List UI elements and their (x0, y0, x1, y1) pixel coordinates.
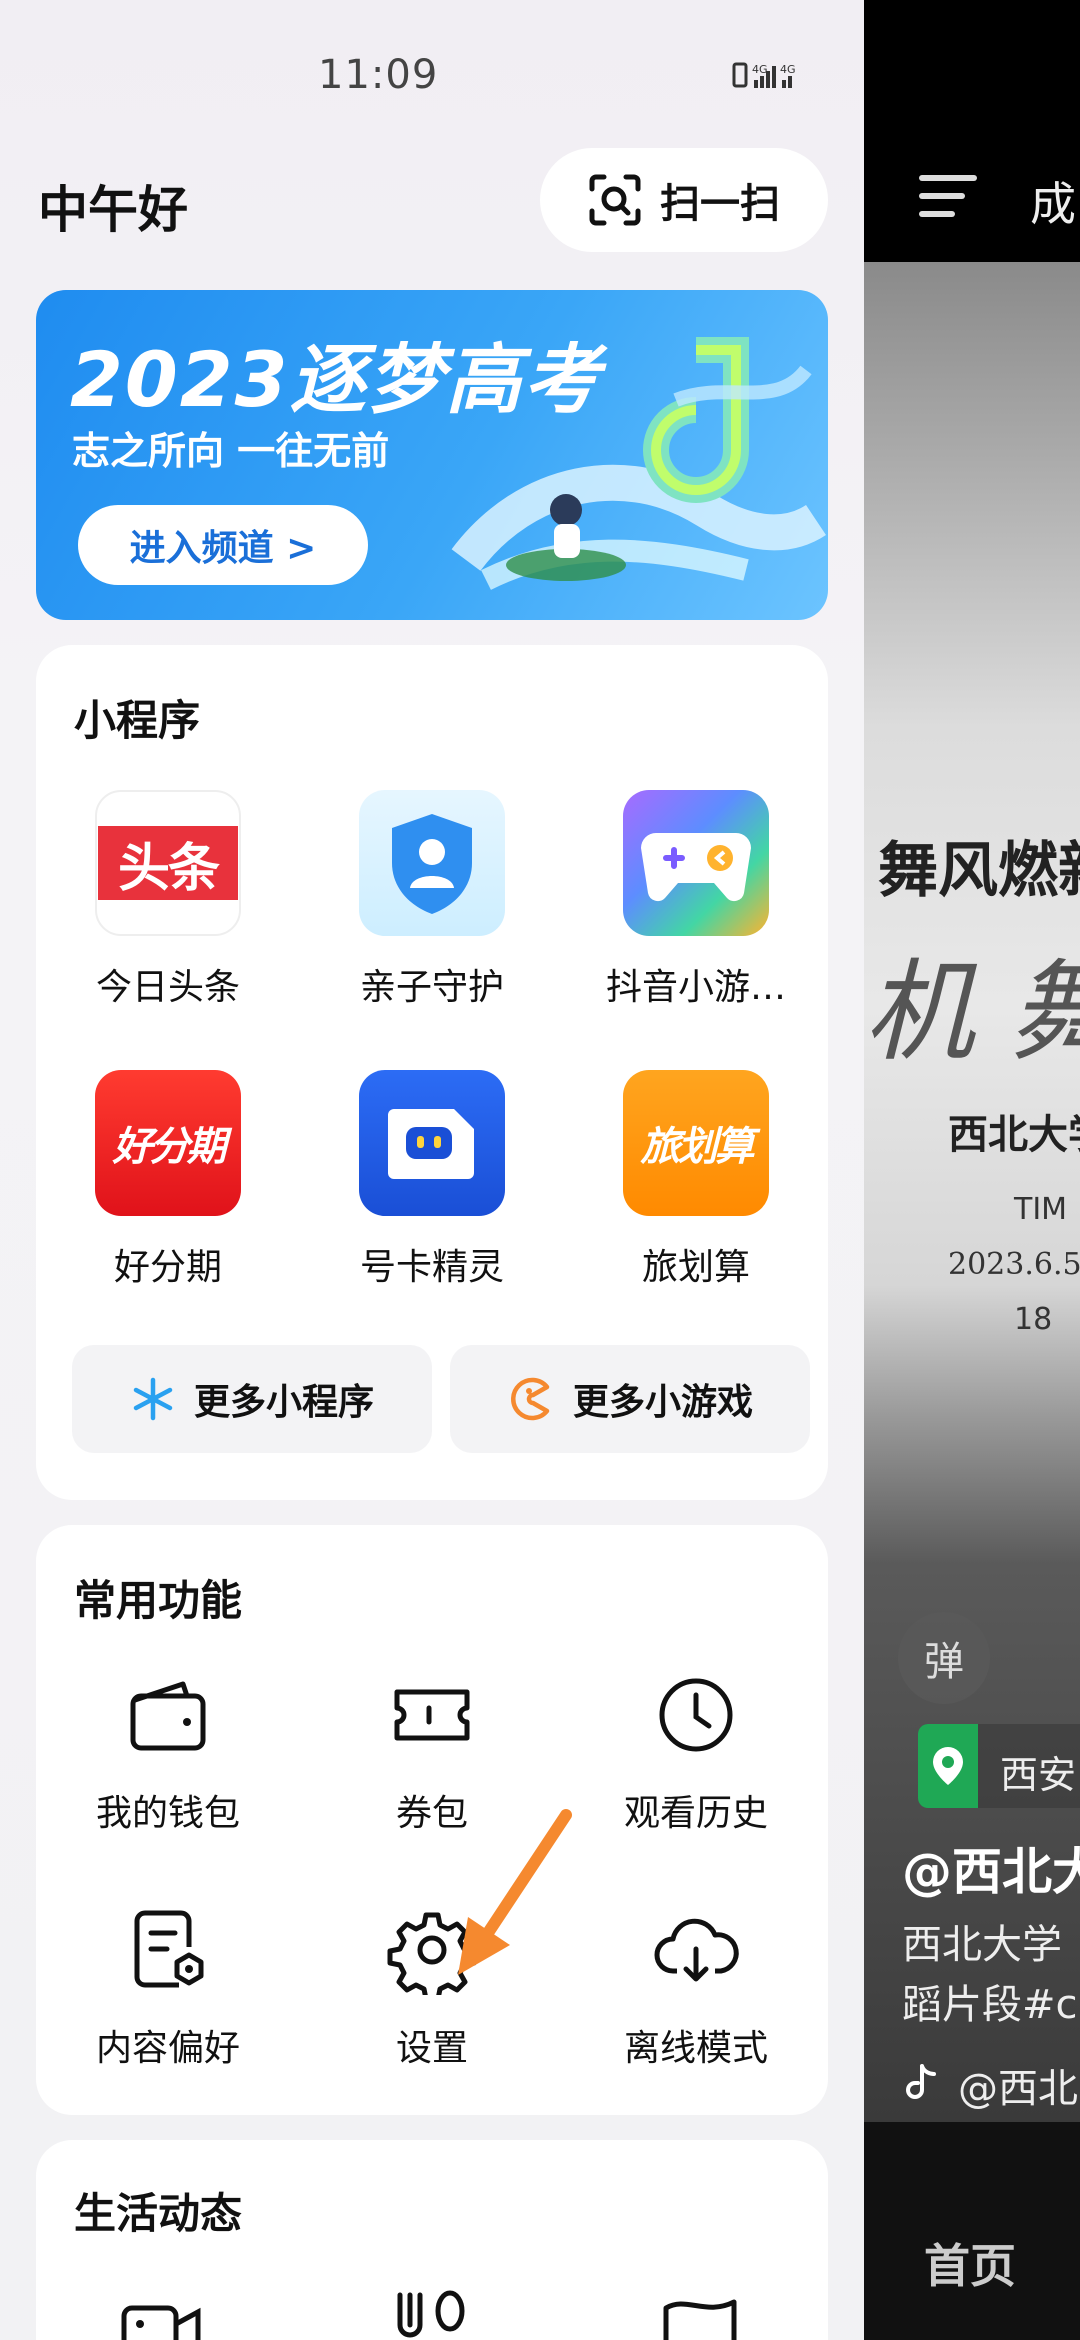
mini-programs-title: 小程序 (74, 696, 201, 745)
game-controller-icon (623, 790, 769, 936)
more-mini-programs-button[interactable]: 更多小程序 (72, 1345, 432, 1453)
signal-icon: 4G 4G (732, 62, 796, 88)
toutiao-icon-text: 头条 (117, 838, 220, 899)
function-label: 离线模式 (623, 2028, 768, 2069)
mini-program-label: 抖音小游… (605, 967, 786, 1008)
lvhuasuan-icon-text: 旅划算 (640, 1124, 755, 1170)
more-mini-games-button[interactable]: 更多小游戏 (450, 1345, 810, 1453)
sim-card-robot-icon (359, 1070, 505, 1216)
parental-guard-icon (359, 790, 505, 936)
banner-illustration-icon (451, 337, 826, 590)
function-history[interactable]: 观看历史 (564, 1670, 828, 1836)
video-desc-line2: 蹈片段#c (902, 1982, 1078, 2028)
video-desc-line1: 西北大学 (902, 1922, 1062, 1968)
bottom-nav: 首页 (864, 2122, 1080, 2340)
mini-program-label: 旅划算 (641, 1247, 750, 1288)
mini-program-label: 今日头条 (95, 967, 240, 1008)
flag-icon (663, 2299, 737, 2340)
music-note-icon (906, 2064, 936, 2099)
ticket-icon (394, 1689, 470, 1741)
poster-text-1: 舞风燃新 (878, 836, 1080, 906)
function-label: 我的钱包 (95, 1793, 240, 1834)
svg-text:4G: 4G (752, 63, 768, 76)
annotation-arrow-icon (458, 1809, 572, 1975)
haofenqi-icon-text: 好分期 (112, 1124, 227, 1170)
content-preference-icon (134, 1910, 204, 1988)
enter-channel-button[interactable]: 进入频道 > (78, 505, 368, 585)
mini-program-haofenqi[interactable]: 好分期 好分期 (36, 1070, 300, 1290)
scan-icon (589, 174, 641, 226)
video-top-bar: 成 (864, 0, 1080, 260)
poster-text-2: 机 舞 (864, 948, 1080, 1076)
poster-text-4: TIM (1014, 1192, 1068, 1227)
poster-text-6: 18 (1014, 1302, 1053, 1337)
video-feed-peek[interactable]: 成 舞风燃新 机 舞 西北大学 TIM 2023.6.5 18 弹 西安 @西北… (864, 0, 1080, 2340)
function-label: 设置 (395, 2028, 468, 2069)
location-tag[interactable]: 西安 (918, 1724, 1080, 1808)
common-functions-card: 常用功能 我的钱包 券包 观看历史 内容偏好 设置 离线模式 (36, 1525, 828, 2115)
wallet-icon (130, 1681, 206, 1751)
mini-program-lvhuasuan[interactable]: 旅划算 旅划算 (564, 1070, 828, 1290)
video-frame[interactable]: 舞风燃新 机 舞 西北大学 TIM 2023.6.5 18 弹 西安 @西北大 … (864, 262, 1080, 2122)
poster-text-3: 西北大学 (948, 1112, 1080, 1158)
scan-label: 扫一扫 (660, 181, 780, 227)
mini-program-douyin-games[interactable]: 抖音小游… (564, 790, 828, 1010)
location-pin-icon (918, 1724, 978, 1808)
mini-program-label: 好分期 (113, 1247, 222, 1288)
menu-icon[interactable] (918, 172, 978, 222)
gaokao-banner[interactable]: 2023逐梦高考 志之所向 一往无前 进入频道 > (36, 290, 828, 620)
life-updates-title: 生活动态 (74, 2189, 243, 2238)
poster-text-5: 2023.6.5 (948, 1247, 1080, 1282)
nav-home[interactable]: 首页 (924, 2230, 1016, 2296)
cutlery-icon (397, 2290, 465, 2338)
haofenqi-icon: 好分期 (95, 1070, 241, 1216)
danmaku-label: 弹 (924, 1639, 964, 1685)
function-content-preference[interactable]: 内容偏好 (36, 1905, 300, 2071)
danmaku-button[interactable]: 弹 (898, 1612, 990, 1704)
location-label: 西安 (1000, 1753, 1077, 1797)
top-tab-text[interactable]: 成 (1030, 168, 1076, 234)
clock-icon (659, 1678, 733, 1752)
function-label: 观看历史 (623, 1793, 768, 1834)
more-mini-games-label: 更多小游戏 (572, 1382, 753, 1423)
status-time: 11:09 (318, 52, 439, 98)
mini-program-toutiao[interactable]: 头条 今日头条 (36, 790, 300, 1010)
toutiao-icon: 头条 (95, 790, 241, 936)
common-functions-title: 常用功能 (74, 1576, 243, 1625)
video-author[interactable]: @西北大 (902, 1832, 1080, 1904)
function-label: 内容偏好 (95, 2028, 240, 2069)
mini-program-parental-guard[interactable]: 亲子守护 (300, 790, 564, 1010)
cloud-download-icon (654, 1918, 739, 1982)
life-updates-card: 生活动态 (36, 2140, 828, 2340)
greeting-text: 中午好 (38, 181, 188, 239)
signal-icons: 4G 4G (730, 58, 840, 99)
function-wallet[interactable]: 我的钱包 (36, 1670, 300, 1836)
mini-program-label: 亲子守护 (359, 967, 504, 1008)
music-label[interactable]: @西北 (958, 2056, 1078, 2114)
pacman-icon (511, 1377, 550, 1421)
side-drawer: 11:09 4G 4G 中午好 扫一扫 2023逐梦高考 志之所向 一往无前 进… (0, 0, 864, 2340)
sparkle-icon (133, 1377, 173, 1421)
mini-program-haoka[interactable]: 号卡精灵 (300, 1070, 564, 1290)
status-bar: 11:09 4G 4G (0, 0, 864, 150)
function-offline-mode[interactable]: 离线模式 (564, 1905, 828, 2071)
mini-program-label: 号卡精灵 (359, 1247, 504, 1288)
lvhuasuan-icon: 旅划算 (623, 1070, 769, 1216)
video-camera-icon (121, 2305, 201, 2340)
banner-subtitle: 志之所向 一往无前 (72, 429, 390, 473)
svg-text:4G: 4G (780, 63, 796, 76)
more-mini-programs-label: 更多小程序 (193, 1382, 374, 1423)
scan-button[interactable]: 扫一扫 (540, 148, 828, 252)
